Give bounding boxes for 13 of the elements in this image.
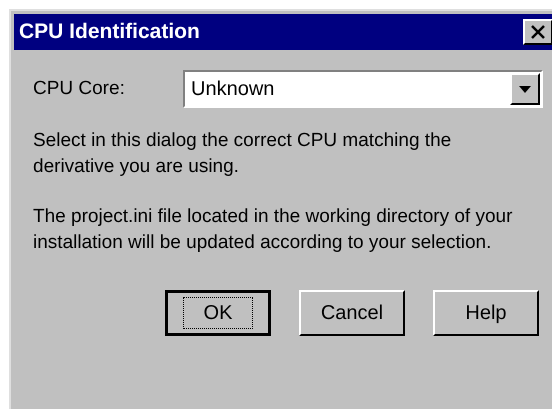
caret-icon [519, 86, 531, 92]
dialog-button[interactable]: OK [165, 290, 271, 336]
description-text: Select in this dialog the correct CPU matching the derivative you are using. [33, 129, 452, 179]
cpu-core-dropdown[interactable]: Unknown [183, 70, 543, 108]
cpu-core-label: CPU Core: [33, 76, 126, 101]
dropdown-value: Unknown [190, 77, 276, 102]
dialog-button[interactable]: Cancel [299, 290, 405, 336]
dropdown-arrow-button[interactable] [510, 73, 540, 105]
close-button[interactable] [523, 19, 552, 45]
description-text: The project.ini file located in the working directory of your installation will be updated according to your selection. [33, 205, 514, 255]
window-title: CPU Identification [19, 19, 200, 46]
dialog-button[interactable]: Help [433, 290, 539, 336]
close-icon [531, 25, 545, 39]
